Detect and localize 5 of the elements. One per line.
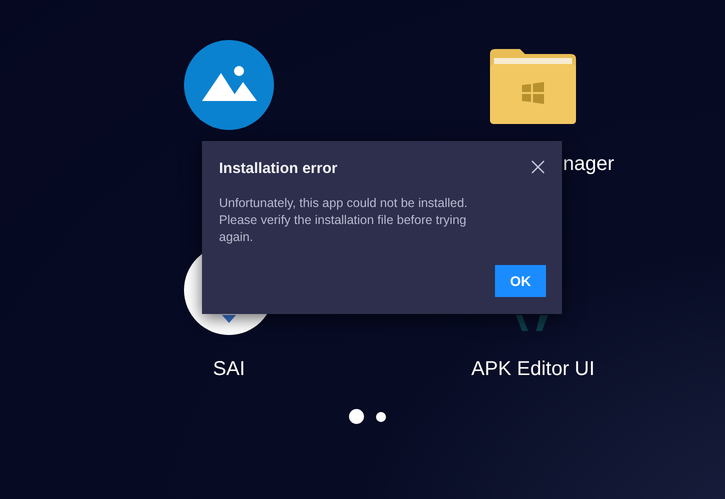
dialog-message: Unfortunately, this app could not be installed. Please verify the installation file before trying again. — [219, 195, 469, 246]
app-label: SAI — [212, 357, 246, 381]
dialog-title: Installation error — [219, 159, 338, 179]
app-label: nager — [563, 152, 614, 176]
app-label: APK Editor UI — [471, 357, 595, 381]
